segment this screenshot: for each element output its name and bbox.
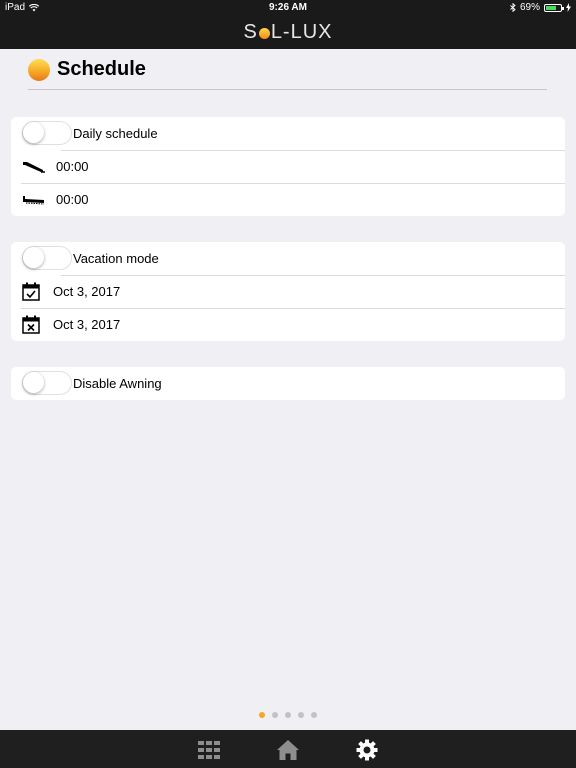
page-dot[interactable] xyxy=(298,712,304,718)
grid-icon[interactable] xyxy=(198,739,220,761)
logo-text-start: S xyxy=(243,21,258,43)
daily-schedule-row: Daily schedule xyxy=(11,117,565,150)
toggle-knob xyxy=(23,122,44,143)
retract-time-row[interactable]: 00:00 xyxy=(11,183,565,216)
page-dot[interactable] xyxy=(311,712,317,718)
disable-awning-card: Disable Awning xyxy=(11,367,565,400)
awning-extend-icon xyxy=(23,162,45,173)
disable-awning-toggle[interactable] xyxy=(22,371,72,395)
vacation-mode-row: Vacation mode xyxy=(11,242,565,275)
vacation-mode-label: Vacation mode xyxy=(73,251,159,266)
status-bar: iPad 9:26 AM 69% xyxy=(0,0,576,16)
disable-awning-row: Disable Awning xyxy=(11,367,565,400)
vacation-end-row[interactable]: Oct 3, 2017 xyxy=(11,308,565,341)
home-icon[interactable] xyxy=(277,739,299,761)
page-title: Schedule xyxy=(57,58,146,80)
page-indicator[interactable] xyxy=(0,712,576,718)
tab-bar xyxy=(0,730,576,768)
page-dot[interactable] xyxy=(272,712,278,718)
battery-icon xyxy=(544,3,564,12)
vacation-start-date: Oct 3, 2017 xyxy=(53,284,121,299)
extend-time-value: 00:00 xyxy=(56,159,89,174)
vacation-end-date: Oct 3, 2017 xyxy=(53,317,121,332)
toggle-knob xyxy=(23,247,44,268)
status-right: 69% xyxy=(510,2,571,13)
clock: 9:26 AM xyxy=(269,2,307,13)
disable-awning-label: Disable Awning xyxy=(73,376,162,391)
daily-schedule-card: Daily schedule 00:00 00:00 xyxy=(11,117,565,216)
vacation-mode-card: Vacation mode Oct 3, 2017 Oct 3, 2017 xyxy=(11,242,565,341)
vacation-start-row[interactable]: Oct 3, 2017 xyxy=(11,275,565,308)
bluetooth-icon xyxy=(510,3,516,12)
nav-bar: S L-LUX xyxy=(0,16,576,49)
extend-time-row[interactable]: 00:00 xyxy=(11,150,565,183)
logo-text-end: L-LUX xyxy=(270,21,333,43)
awning-retract-icon xyxy=(23,196,45,205)
charging-icon xyxy=(566,3,571,12)
vacation-mode-toggle[interactable] xyxy=(22,246,72,270)
header-divider xyxy=(28,89,547,90)
sol-lux-logo: S L-LUX xyxy=(243,21,332,44)
page-dot[interactable] xyxy=(285,712,291,718)
gear-icon[interactable] xyxy=(356,739,378,761)
daily-schedule-toggle[interactable] xyxy=(22,121,72,145)
toggle-knob xyxy=(23,372,44,393)
battery-percent: 69% xyxy=(519,2,540,13)
sun-icon xyxy=(28,58,50,81)
page-header: Schedule xyxy=(28,58,146,81)
calendar-check-icon xyxy=(22,282,40,301)
calendar-x-icon xyxy=(22,315,40,334)
logo-sun-icon xyxy=(258,28,270,39)
retract-time-value: 00:00 xyxy=(56,192,89,207)
page-dot[interactable] xyxy=(259,712,265,718)
daily-schedule-label: Daily schedule xyxy=(73,126,158,141)
battery-fill xyxy=(546,5,556,10)
